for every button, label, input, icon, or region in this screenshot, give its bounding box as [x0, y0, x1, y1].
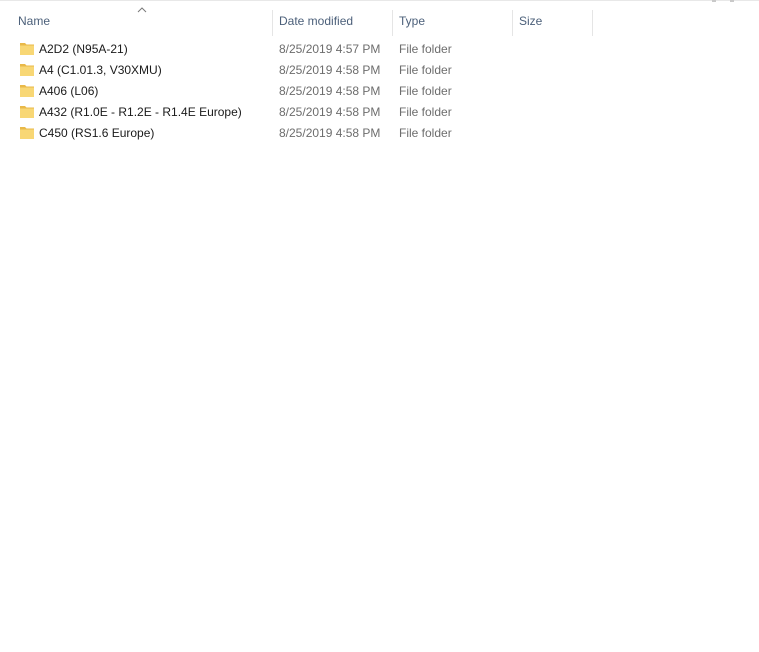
item-type: File folder — [399, 126, 452, 140]
item-date-modified: 8/25/2019 4:58 PM — [279, 63, 381, 77]
item-type: File folder — [399, 84, 452, 98]
column-header-size[interactable]: Size — [513, 10, 593, 36]
folder-icon — [19, 42, 35, 56]
list-item[interactable]: A2D2 (N95A-21) 8/25/2019 4:57 PM File fo… — [14, 39, 594, 60]
list-item[interactable]: A4 (C1.01.3, V30XMU) 8/25/2019 4:58 PM F… — [14, 60, 594, 81]
item-date-modified: 8/25/2019 4:58 PM — [279, 126, 381, 140]
column-header-name[interactable]: Name — [12, 10, 273, 36]
item-type: File folder — [399, 63, 452, 77]
folder-icon — [19, 84, 35, 98]
item-name: C450 (RS1.6 Europe) — [39, 126, 155, 140]
item-date-modified: 8/25/2019 4:57 PM — [279, 42, 381, 56]
item-type: File folder — [399, 105, 452, 119]
folder-icon — [19, 63, 35, 77]
column-header-bar: Name Date modified Type Size — [0, 6, 759, 36]
item-name: A406 (L06) — [39, 84, 99, 98]
item-type: File folder — [399, 42, 452, 56]
item-date-modified: 8/25/2019 4:58 PM — [279, 84, 381, 98]
top-border — [0, 0, 759, 1]
column-header-date-modified[interactable]: Date modified — [273, 10, 393, 36]
item-name: A432 (R1.0E - R1.2E - R1.4E Europe) — [39, 105, 242, 119]
folder-icon — [19, 105, 35, 119]
item-name: A2D2 (N95A-21) — [39, 42, 128, 56]
item-date-modified: 8/25/2019 4:58 PM — [279, 105, 381, 119]
column-header-type[interactable]: Type — [393, 10, 513, 36]
file-list-view: Name Date modified Type Size A2D2 (N95A-… — [0, 0, 759, 652]
item-name: A4 (C1.01.3, V30XMU) — [39, 63, 162, 77]
window-edge-marks — [712, 0, 734, 2]
list-item[interactable]: A406 (L06) 8/25/2019 4:58 PM File folder — [14, 81, 594, 102]
folder-icon — [19, 126, 35, 140]
list-item[interactable]: A432 (R1.0E - R1.2E - R1.4E Europe) 8/25… — [14, 102, 594, 123]
list-item[interactable]: C450 (RS1.6 Europe) 8/25/2019 4:58 PM Fi… — [14, 123, 594, 144]
